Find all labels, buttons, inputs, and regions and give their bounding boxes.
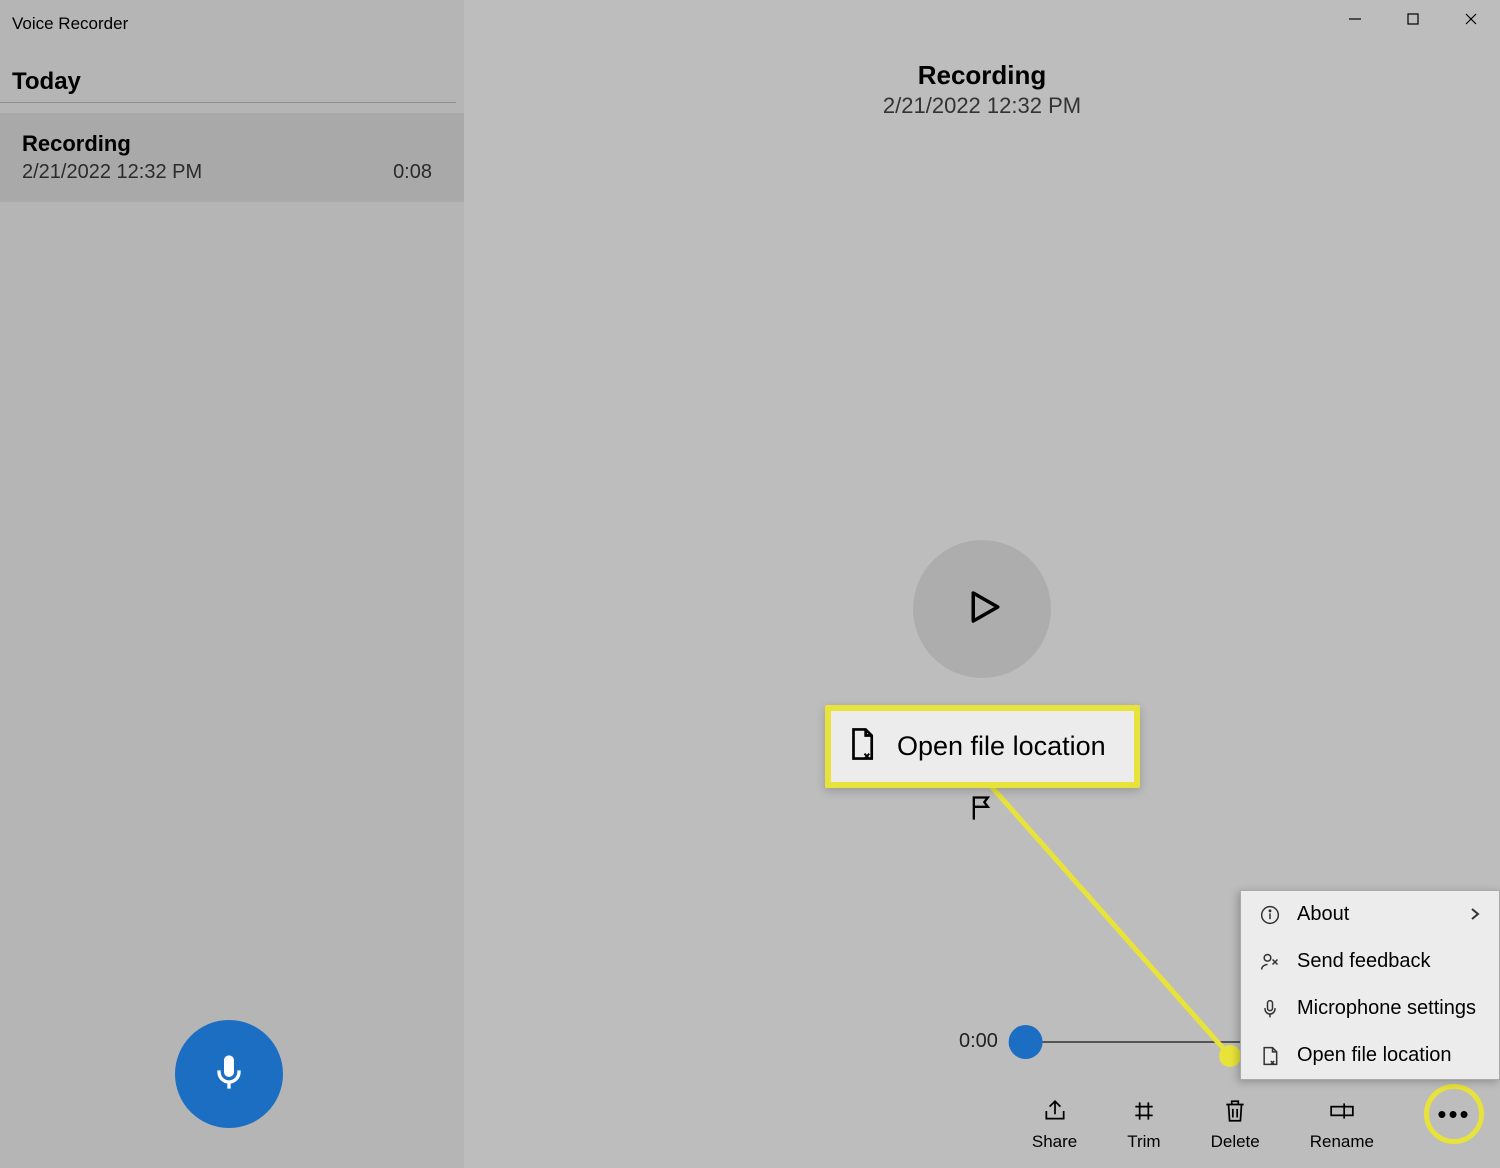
delete-icon — [1220, 1096, 1250, 1126]
chevron-right-icon — [1469, 903, 1481, 926]
app-title: Voice Recorder — [0, 0, 464, 44]
timeline-thumb[interactable] — [1009, 1025, 1043, 1059]
rename-icon — [1327, 1096, 1357, 1126]
bottom-toolbar: Share Trim Delete Rename — [1032, 1084, 1484, 1152]
rename-button[interactable]: Rename — [1310, 1096, 1374, 1152]
sidebar-section-today: Today — [0, 44, 456, 103]
share-icon — [1040, 1096, 1070, 1126]
trim-label: Trim — [1127, 1132, 1160, 1152]
recording-item-meta: 2/21/2022 12:32 PM 0:08 — [22, 161, 442, 184]
close-icon — [1464, 12, 1478, 31]
window-controls — [1326, 0, 1500, 42]
delete-label: Delete — [1211, 1132, 1260, 1152]
menu-about-label: About — [1297, 903, 1349, 926]
marker-button[interactable] — [962, 790, 1002, 830]
timeline-current-time: 0:00 — [959, 1030, 998, 1053]
record-button[interactable] — [175, 1020, 283, 1128]
close-button[interactable] — [1442, 0, 1500, 42]
delete-button[interactable]: Delete — [1211, 1096, 1260, 1152]
recording-datetime: 2/21/2022 12:32 PM — [464, 93, 1500, 119]
recording-item-title: Recording — [22, 131, 442, 157]
share-button[interactable]: Share — [1032, 1096, 1077, 1152]
callout-label: Open file location — [897, 731, 1106, 762]
menu-feedback-label: Send feedback — [1297, 950, 1430, 973]
menu-about[interactable]: About — [1241, 891, 1499, 938]
app-root: Voice Recorder Today Recording 2/21/2022… — [0, 0, 1500, 1168]
menu-send-feedback[interactable]: Send feedback — [1241, 938, 1499, 985]
recording-item-duration: 0:08 — [393, 161, 442, 184]
menu-open-file-location[interactable]: Open file location — [1241, 1032, 1499, 1079]
file-location-icon — [847, 727, 877, 766]
flag-icon — [968, 794, 996, 827]
minimize-button[interactable] — [1326, 0, 1384, 42]
info-icon — [1259, 904, 1281, 926]
menu-open-label: Open file location — [1297, 1044, 1452, 1067]
trim-button[interactable]: Trim — [1127, 1096, 1160, 1152]
sidebar: Voice Recorder Today Recording 2/21/2022… — [0, 0, 464, 1168]
feedback-icon — [1259, 951, 1281, 973]
more-context-menu: About Send feedback Microphone settings … — [1240, 890, 1500, 1080]
recording-list-item[interactable]: Recording 2/21/2022 12:32 PM 0:08 — [0, 113, 464, 202]
minimize-icon — [1348, 12, 1362, 31]
rename-label: Rename — [1310, 1132, 1374, 1152]
more-button[interactable]: ••• — [1424, 1084, 1484, 1144]
callout-endpoint-dot — [1219, 1045, 1241, 1067]
recording-title: Recording — [464, 60, 1500, 91]
maximize-icon — [1406, 12, 1420, 31]
menu-mic-label: Microphone settings — [1297, 997, 1476, 1020]
file-location-menu-icon — [1259, 1045, 1281, 1067]
callout-open-file-location: Open file location — [825, 705, 1140, 788]
play-icon — [961, 586, 1003, 633]
trim-icon — [1129, 1096, 1159, 1126]
play-button[interactable] — [913, 540, 1051, 678]
microphone-icon — [209, 1052, 249, 1097]
share-label: Share — [1032, 1132, 1077, 1152]
maximize-button[interactable] — [1384, 0, 1442, 42]
menu-microphone-settings[interactable]: Microphone settings — [1241, 985, 1499, 1032]
microphone-settings-icon — [1259, 998, 1281, 1020]
recording-item-date: 2/21/2022 12:32 PM — [22, 161, 202, 184]
